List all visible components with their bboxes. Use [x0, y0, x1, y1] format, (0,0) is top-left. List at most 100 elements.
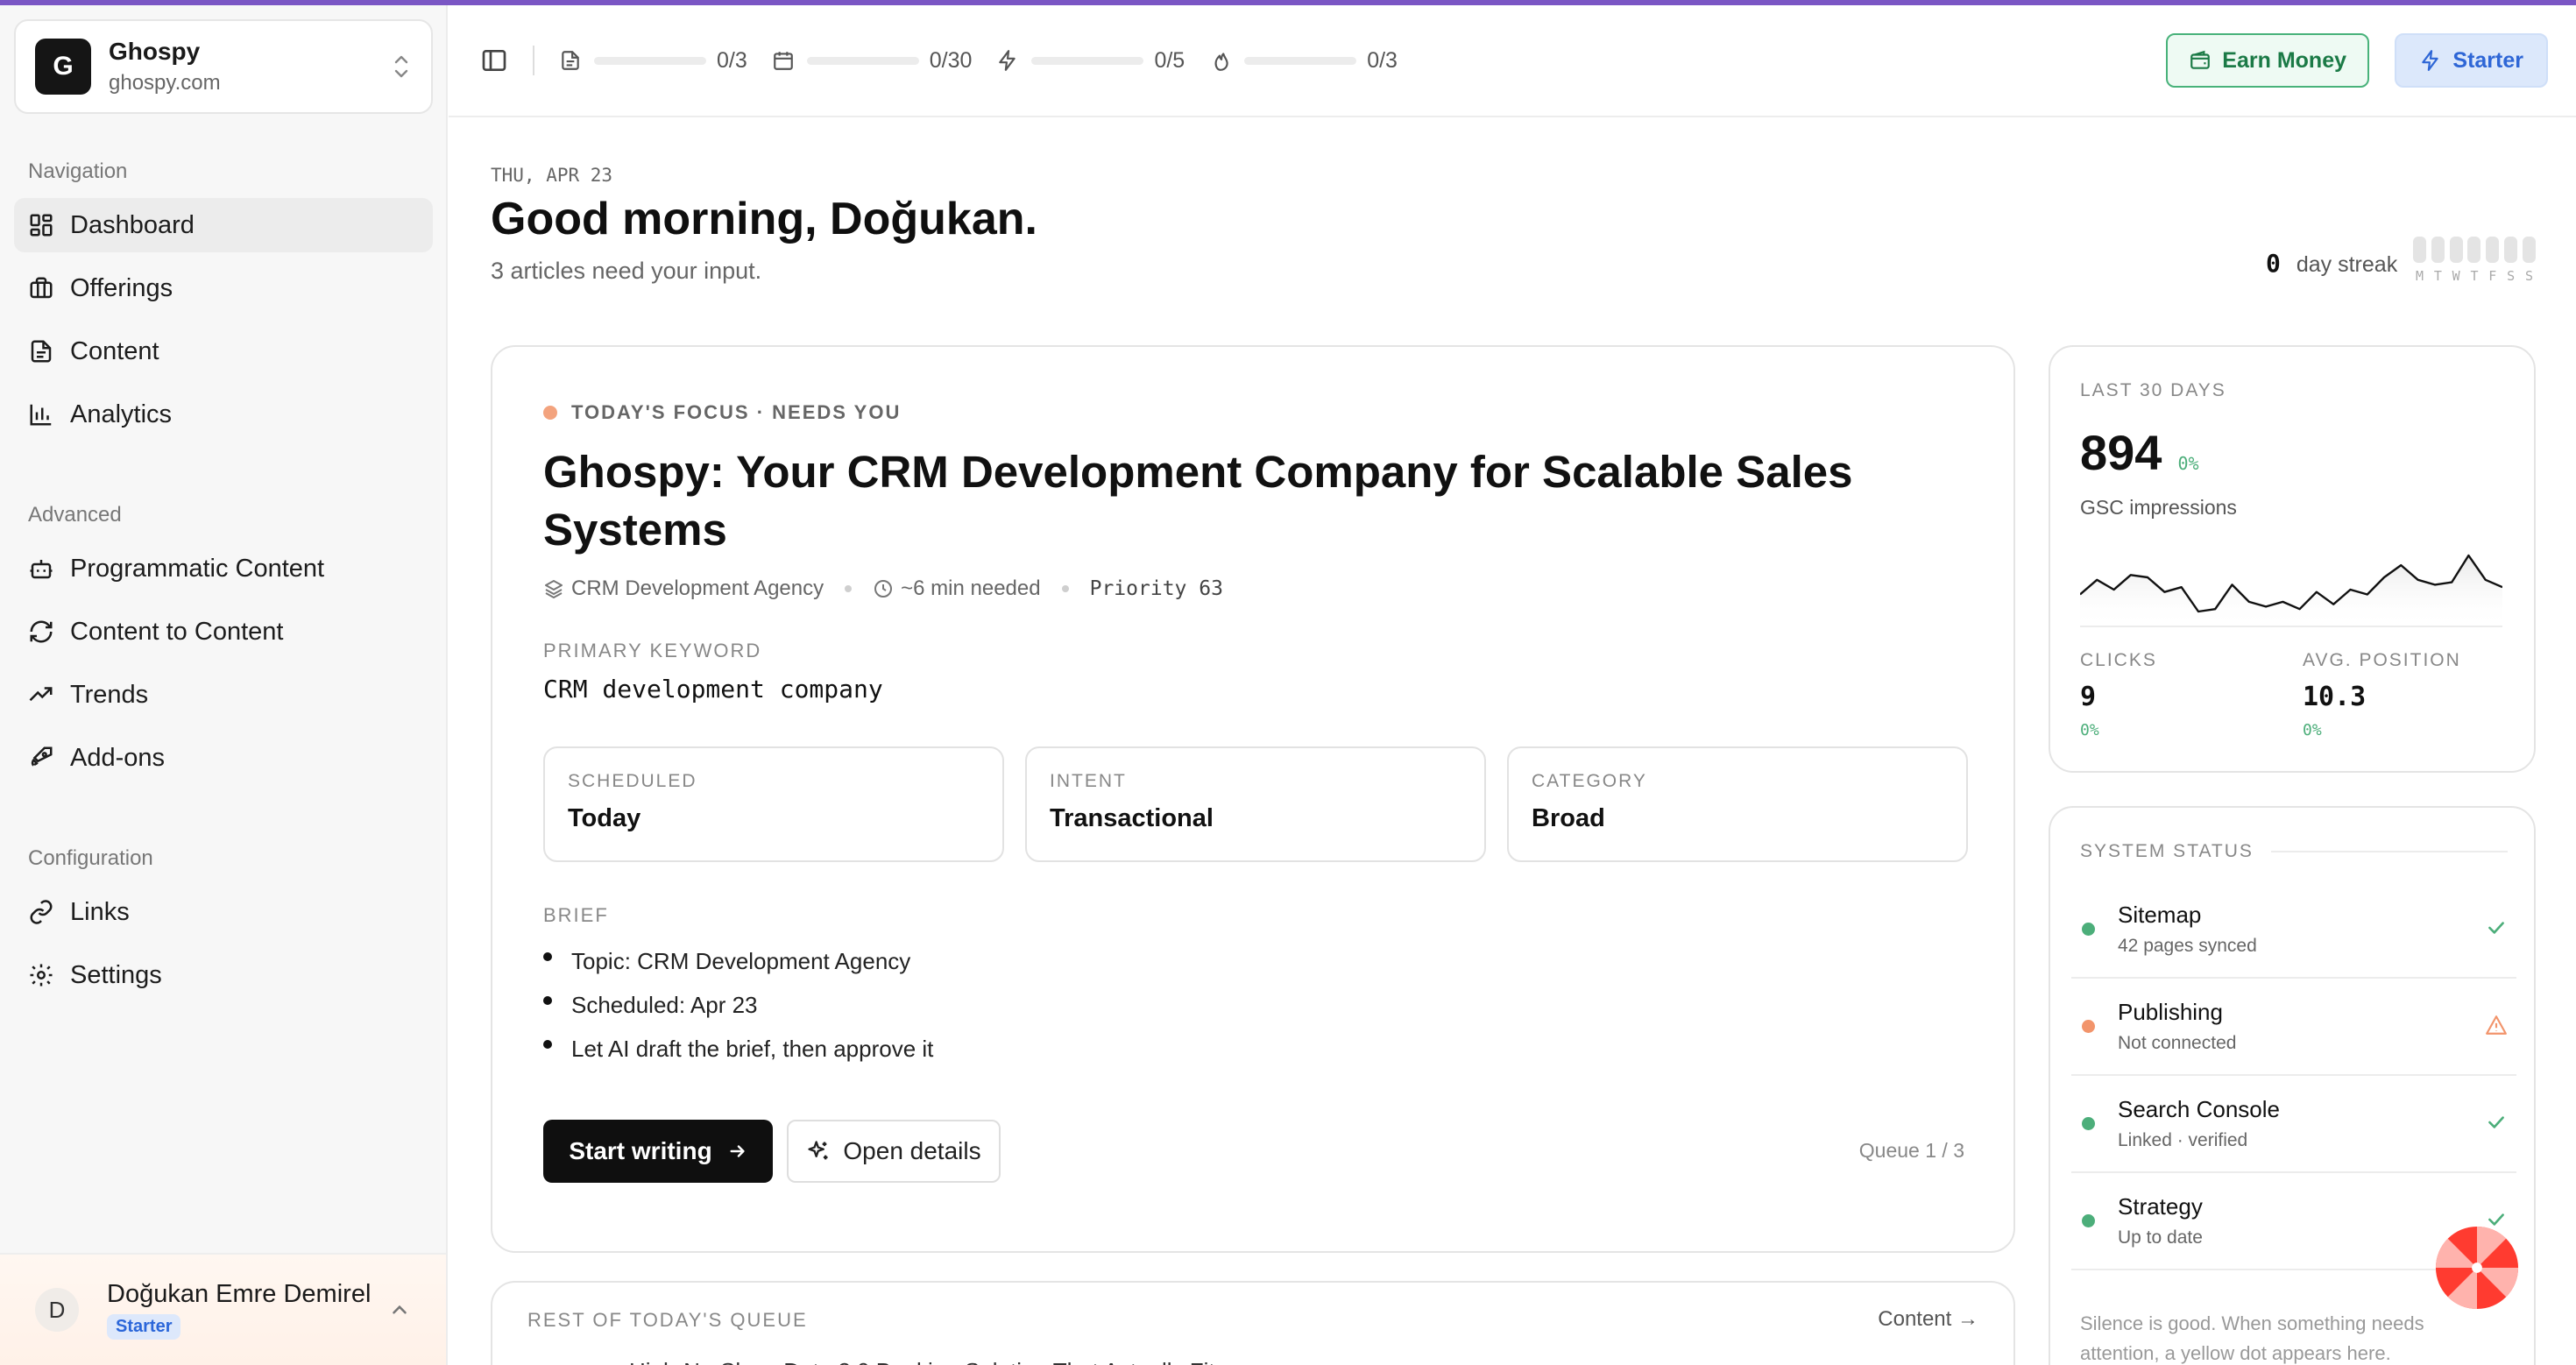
- status-row-sitemap[interactable]: Sitemap 42 pages synced: [2071, 881, 2516, 979]
- plan-badge: Starter: [107, 1314, 181, 1340]
- bar-chart-icon: [30, 404, 52, 426]
- status-detail: 42 pages synced: [2118, 936, 2257, 956]
- warning-icon: [2486, 1015, 2507, 1035]
- status-footer-note: Silence is good. When something needs at…: [2080, 1312, 2424, 1364]
- status-dot: [2082, 923, 2095, 936]
- plan-label: Starter: [2452, 47, 2523, 73]
- check-icon: [2488, 922, 2504, 934]
- check-icon: [2488, 1116, 2504, 1128]
- usage-meter-track: [806, 56, 919, 65]
- status-dot: [2082, 1214, 2095, 1227]
- impressions-change: 0%: [2177, 453, 2199, 474]
- streak-counter: 0 day streak: [2266, 249, 2397, 278]
- info-box-value: Today: [568, 804, 641, 832]
- usage-meter-boosts: 0/5: [996, 48, 1185, 74]
- layers-icon: [545, 580, 563, 598]
- info-box-label: CATEGORY: [1532, 771, 1647, 791]
- usage-meter-schedule: 0/30: [772, 47, 973, 74]
- sidebar-item-label: Trends: [70, 680, 149, 709]
- sidebar-item-offerings[interactable]: Offerings: [14, 261, 433, 315]
- primary-keyword-label: PRIMARY KEYWORD: [543, 640, 762, 661]
- streak-day-bar: [2467, 237, 2481, 263]
- sidebar-item-label: Links: [70, 897, 130, 926]
- usage-meter-value: 0/3: [1367, 47, 1398, 73]
- article-topic: CRM Development Agency: [571, 576, 824, 600]
- top-bar: 0/3 0/30 0/5 0/3 Earn Money Starter: [449, 5, 2576, 117]
- start-writing-button[interactable]: Start writing: [543, 1120, 773, 1183]
- sidebar-toggle-icon[interactable]: [480, 46, 508, 74]
- focus-tag: TODAY'S FOCUS · NEEDS YOU: [543, 401, 901, 424]
- sidebar-item-settings[interactable]: Settings: [14, 948, 433, 1002]
- sidebar-item-dashboard[interactable]: Dashboard: [14, 198, 433, 252]
- robot-icon: [30, 560, 53, 579]
- status-list: Sitemap 42 pages synced Publishing Not c…: [2071, 881, 2516, 1270]
- impressions-total: 894 0%: [2080, 424, 2199, 481]
- primary-keyword: CRM development company: [543, 675, 883, 704]
- queue-item[interactable]: High-No-Show Data 2.0 Booking Solution T…: [629, 1358, 1227, 1365]
- nav-section-advanced: Advanced Programmatic Content Content to…: [14, 498, 433, 785]
- page-subtitle: 3 articles need your input.: [491, 258, 762, 284]
- clicks-metric: CLICKS 9 0%: [2080, 650, 2157, 739]
- sidebar-item-content[interactable]: Content: [14, 324, 433, 378]
- workspace-name: Ghospy: [109, 38, 201, 65]
- heading-rule: [2270, 851, 2508, 852]
- avg-position-change: 0%: [2303, 721, 2322, 739]
- usage-meter-track: [1244, 56, 1357, 65]
- usage-meter-track: [1031, 56, 1144, 65]
- earn-money-button[interactable]: Earn Money: [2166, 33, 2369, 88]
- nav-heading-configuration: Configuration: [28, 846, 153, 870]
- status-detail: Not connected: [2118, 1033, 2237, 1053]
- calendar-icon: [773, 52, 793, 70]
- sidebar-item-label: Settings: [70, 960, 162, 989]
- usage-meter-value: 0/30: [929, 47, 973, 73]
- streak-day-bar: [2413, 237, 2426, 263]
- workspace-switcher[interactable]: G Ghospy ghospy.com: [14, 19, 433, 114]
- status-dot: [2082, 1117, 2095, 1130]
- status-row-publishing[interactable]: Publishing Not connected: [2071, 979, 2516, 1076]
- clicks-label: CLICKS: [2080, 650, 2157, 670]
- rocket-icon: [31, 746, 53, 767]
- avatar: D: [35, 1288, 79, 1332]
- info-box-label: SCHEDULED: [568, 771, 697, 791]
- queue-position: Queue 1 / 3: [1858, 1139, 1964, 1162]
- streak-day-letter: T: [2470, 268, 2479, 284]
- avg-position-metric: AVG. POSITION 10.3 0%: [2303, 650, 2461, 739]
- page-title: Good morning, Doğukan.: [491, 194, 1037, 244]
- sidebar-item-trends[interactable]: Trends: [14, 668, 433, 722]
- plan-button[interactable]: Starter: [2395, 33, 2548, 88]
- sidebar-item-label: Content: [70, 336, 159, 365]
- clicks-value: 9: [2080, 682, 2097, 712]
- system-status-heading: SYSTEM STATUS: [2080, 841, 2254, 861]
- streak-day-letter: S: [2524, 268, 2533, 284]
- status-row-search-console[interactable]: Search Console Linked · verified: [2071, 1076, 2516, 1173]
- trend-up-icon: [29, 687, 53, 702]
- article-attributes: SCHEDULED Today INTENT Transactional CAT…: [543, 746, 1989, 862]
- user-name: Doğukan Emre Demirel: [107, 1280, 372, 1308]
- category-box: CATEGORY Broad: [1507, 746, 1968, 862]
- usage-meter-value: 0/3: [717, 47, 747, 73]
- brief-item: Scheduled: Apr 23: [543, 983, 933, 1027]
- sidebar-item-programmatic-content[interactable]: Programmatic Content: [14, 541, 433, 596]
- avg-position-value: 10.3: [2303, 682, 2367, 712]
- open-details-button[interactable]: Open details: [787, 1120, 1001, 1183]
- sidebar-item-label: Programmatic Content: [70, 554, 325, 583]
- pinwheel-launcher-icon[interactable]: [2434, 1225, 2520, 1311]
- sidebar-item-links[interactable]: Links: [14, 885, 433, 939]
- sidebar-item-analytics[interactable]: Analytics: [14, 387, 433, 442]
- content-link[interactable]: Content →: [1878, 1307, 1978, 1332]
- usage-meter-articles: 0/3: [559, 48, 747, 74]
- earn-money-label: Earn Money: [2222, 47, 2346, 73]
- sidebar-item-label: Dashboard: [70, 210, 195, 239]
- status-name: Strategy: [2118, 1193, 2203, 1220]
- sidebar-item-content-to-content[interactable]: Content to Content: [14, 605, 433, 659]
- workspace-domain: ghospy.com: [109, 71, 221, 95]
- user-menu[interactable]: D Doğukan Emre Demirel Starter: [0, 1253, 446, 1365]
- streak-day-bar: [2522, 237, 2536, 263]
- streak-day-bar: [2486, 237, 2500, 263]
- meta-separator: [845, 585, 853, 592]
- streak-day-bar: [2449, 237, 2463, 263]
- chevron-up-icon: [393, 1305, 407, 1314]
- info-box-label: INTENT: [1050, 771, 1127, 791]
- nav-heading-advanced: Advanced: [28, 503, 122, 527]
- sidebar-item-add-ons[interactable]: Add-ons: [14, 731, 433, 785]
